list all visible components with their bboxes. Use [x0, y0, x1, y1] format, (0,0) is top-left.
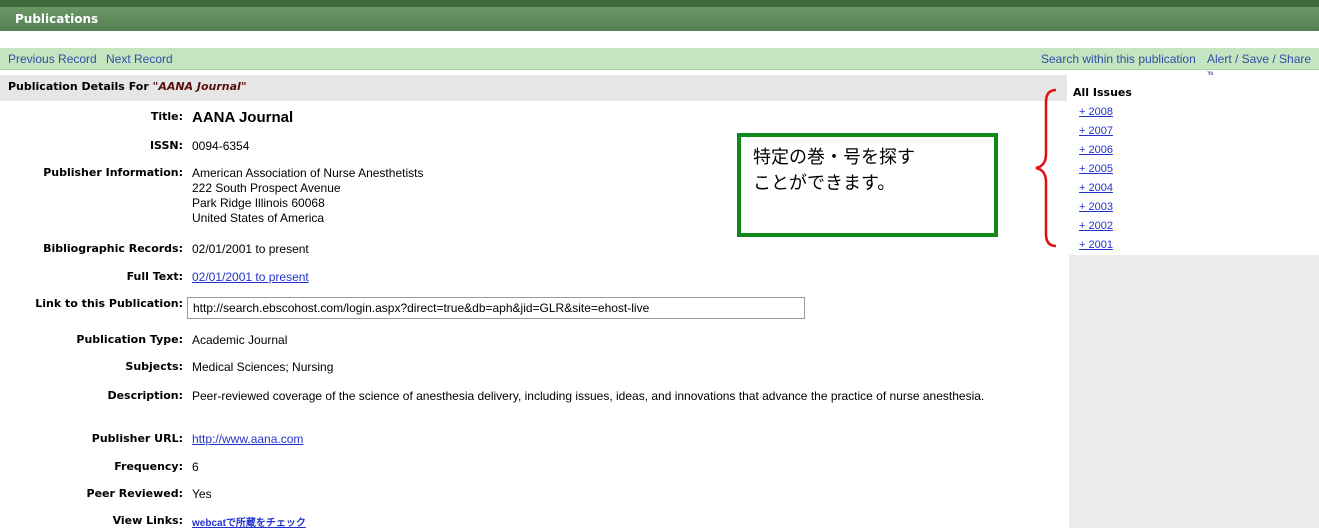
field-label: Title:	[150, 110, 183, 123]
publisher-line: 222 South Prospect Avenue	[192, 181, 341, 195]
field-label: ISSN:	[149, 139, 183, 152]
field-value: Academic Journal	[192, 333, 288, 347]
field-label: Peer Reviewed:	[86, 487, 183, 500]
issue-year-link[interactable]: + 2001	[1079, 239, 1113, 251]
publication-link-field[interactable]: http://search.ebscohost.com/login.aspx?d…	[187, 297, 805, 319]
field-label: Full Text:	[126, 270, 183, 283]
field-label: Publication Type:	[76, 333, 183, 346]
callout-line: 特定の巻・号を探す	[753, 147, 915, 168]
publication-details-header: Publication Details For "AANA Journal"	[0, 75, 1067, 101]
issue-year-link[interactable]: + 2005	[1079, 163, 1113, 175]
curly-brace-annotation	[1035, 88, 1057, 248]
field-label: View Links:	[112, 514, 183, 527]
field-label: Publisher URL:	[91, 432, 183, 445]
full-text-link[interactable]: 02/01/2001 to present	[192, 270, 309, 284]
field-label: Bibliographic Records:	[43, 242, 183, 255]
issue-year-link[interactable]: + 2003	[1079, 201, 1113, 213]
field-value: Peer-reviewed coverage of the science of…	[192, 389, 985, 403]
issue-year-link[interactable]: + 2007	[1079, 125, 1113, 137]
annotation-callout: 特定の巻・号を探す ことができます。	[737, 133, 998, 237]
field-value: 0094-6354	[192, 139, 250, 153]
publications-header-bar: Publications	[0, 0, 1319, 31]
details-header-title: "AANA Journal"	[152, 80, 247, 93]
previous-record-link[interactable]: Previous Record	[8, 52, 97, 66]
field-label: Frequency:	[114, 460, 183, 473]
search-within-publication-link[interactable]: Search within this publication	[1041, 52, 1196, 66]
callout-line: ことができます。	[753, 173, 896, 194]
record-nav-bar: Previous Record Next Record Search withi…	[0, 48, 1319, 80]
webcat-link[interactable]: webcatで所蔵をチェック	[192, 514, 306, 529]
field-label: Publisher Information:	[43, 166, 183, 179]
publisher-line: Park Ridge Illinois 60068	[192, 196, 325, 210]
publisher-line: American Association of Nurse Anesthetis…	[192, 166, 424, 180]
publisher-line: United States of America	[192, 211, 325, 225]
issue-year-link[interactable]: + 2002	[1079, 220, 1113, 232]
publisher-url-link[interactable]: http://www.aana.com	[192, 432, 303, 446]
issue-year-link[interactable]: + 2006	[1079, 144, 1113, 156]
issue-year-link[interactable]: + 2004	[1079, 182, 1113, 194]
field-value: 02/01/2001 to present	[192, 242, 309, 256]
next-record-link[interactable]: Next Record	[106, 52, 173, 66]
field-label: Description:	[107, 389, 183, 402]
details-header-prefix: Publication Details For	[8, 80, 149, 93]
all-issues-heading: All Issues	[1073, 86, 1132, 99]
field-value: 6	[192, 460, 199, 474]
field-label: Link to this Publication:	[35, 297, 183, 310]
field-value: American Association of Nurse Anesthetis…	[192, 166, 423, 226]
field-value: Yes	[192, 487, 212, 501]
field-value: AANA Journal	[192, 109, 294, 126]
page-title: Publications	[15, 12, 99, 26]
details-header-label: Publication Details For "AANA Journal"	[8, 80, 247, 93]
field-label: Subjects:	[125, 360, 183, 373]
issue-year-link[interactable]: + 2008	[1079, 106, 1113, 118]
field-value: Medical Sciences; Nursing	[192, 360, 334, 374]
